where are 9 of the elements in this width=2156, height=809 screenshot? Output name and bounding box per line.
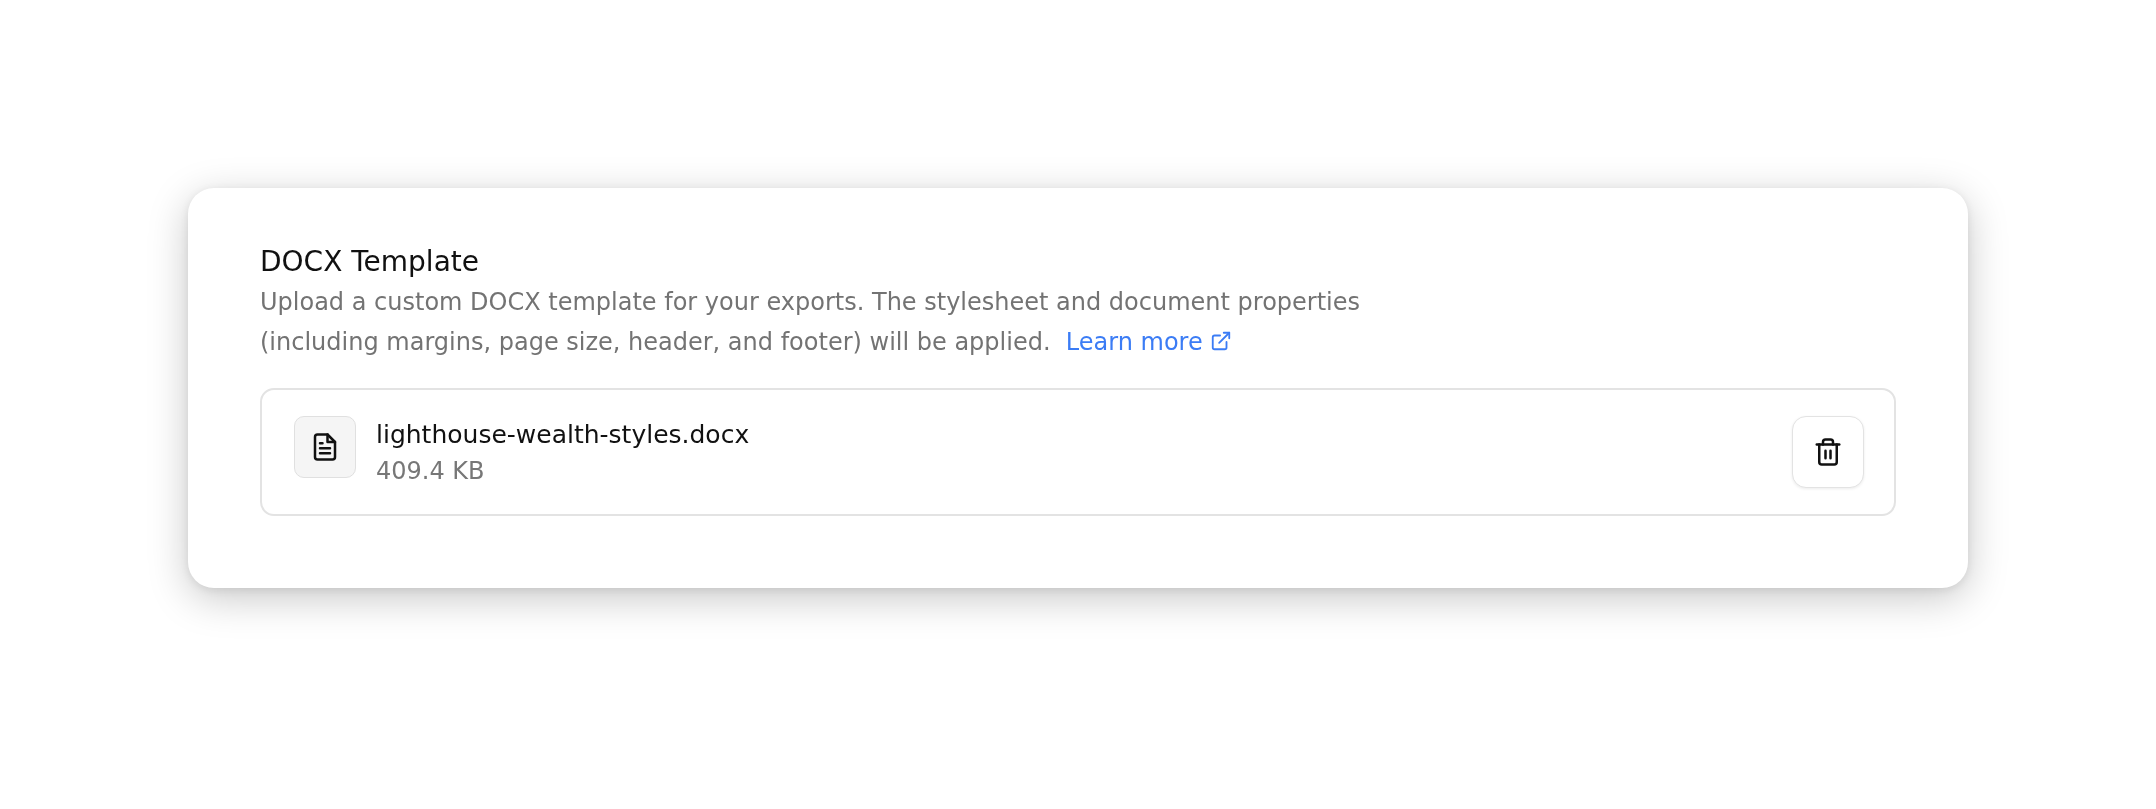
file-name: lighthouse-wealth-styles.docx <box>376 419 751 449</box>
section-description: Upload a custom DOCX template for your exports. The stylesheet and document properties (including margins, page size, header, and footer) will be applied. Learn more <box>260 287 1362 358</box>
delete-button[interactable] <box>1792 416 1864 488</box>
section-title: DOCX Template <box>260 244 480 280</box>
file-size: 409.4 KB <box>376 456 486 485</box>
external-link-icon <box>1210 330 1233 352</box>
trash-icon <box>1813 437 1843 467</box>
document-icon <box>294 416 356 478</box>
learn-more-link[interactable]: Learn more <box>1065 328 1233 356</box>
